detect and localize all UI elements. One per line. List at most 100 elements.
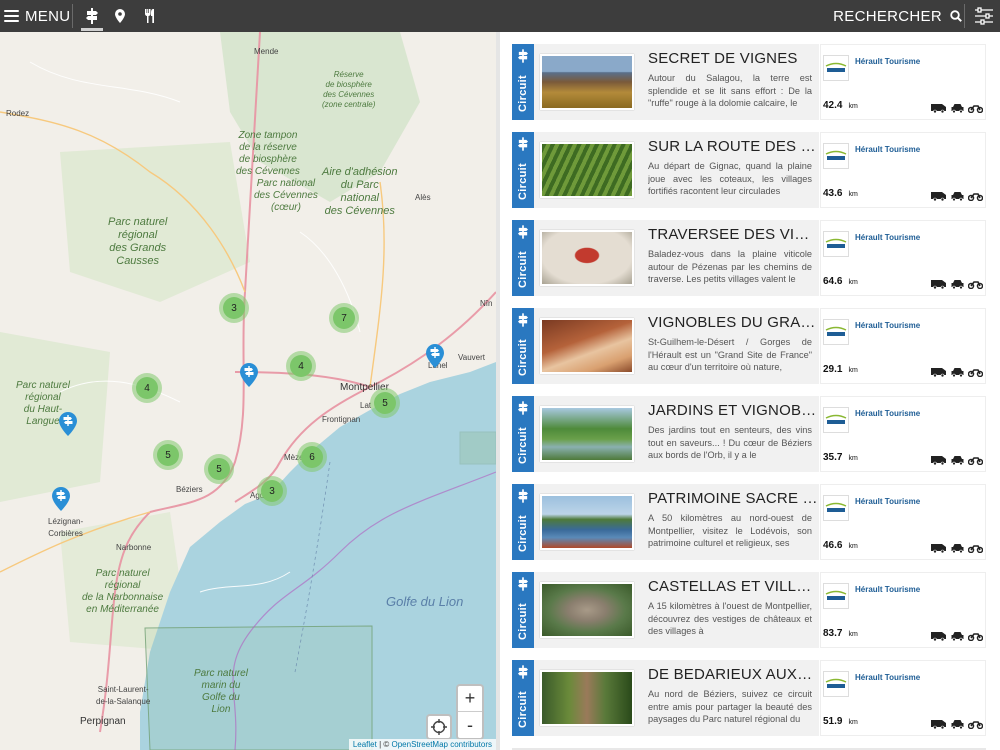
- travel-modes: [931, 455, 983, 465]
- map-cluster[interactable]: 3: [219, 293, 249, 323]
- car-icon: [951, 280, 964, 289]
- provider-name: Hérault Tourisme: [855, 409, 921, 418]
- map-cluster[interactable]: 5: [370, 388, 400, 418]
- card-title[interactable]: SUR LA ROUTE DES …: [648, 138, 818, 155]
- hamburger-icon: [4, 10, 19, 22]
- zoom-control: + -: [456, 684, 484, 740]
- car-icon: [951, 104, 964, 113]
- provider-name: Hérault Tourisme: [855, 57, 921, 66]
- map-marker-icon[interactable]: [59, 412, 77, 436]
- car-icon: [951, 632, 964, 641]
- zoom-out-button[interactable]: -: [458, 712, 482, 738]
- card-title[interactable]: PATRIMOINE SACRE …: [648, 490, 818, 507]
- category-tag: Circuit: [512, 484, 534, 560]
- nav-restaurants-tab[interactable]: [138, 0, 162, 32]
- distance: 35.7 km: [823, 452, 858, 463]
- card-title[interactable]: VIGNOBLES DU GRA…: [648, 314, 818, 331]
- provider-name: Hérault Tourisme: [855, 321, 921, 330]
- circuit-card[interactable]: Circuit SUR LA ROUTE DES … Au départ de …: [512, 132, 986, 208]
- map-label: Perpignan: [80, 716, 126, 727]
- map-label: Alès: [415, 193, 431, 202]
- zoom-in-button[interactable]: +: [458, 686, 482, 712]
- map-cluster[interactable]: 4: [132, 373, 162, 403]
- sliders-icon: [975, 7, 993, 25]
- car-icon: [951, 368, 964, 377]
- map-label: Réserve de biosphère des Cévennes (zone …: [322, 70, 376, 109]
- card-thumbnail: [540, 142, 634, 198]
- map-marker-icon[interactable]: [426, 344, 444, 368]
- provider-name: Hérault Tourisme: [855, 497, 921, 506]
- card-thumbnail: [540, 582, 634, 638]
- motorcycle-icon: [968, 721, 983, 729]
- category-tag: Circuit: [512, 308, 534, 384]
- card-body: DE BEDARIEUX AUX… Au nord de Béziers, su…: [534, 660, 819, 736]
- search-button[interactable]: RECHERCHER: [833, 0, 962, 32]
- map-label: Mende: [254, 47, 279, 56]
- card-title[interactable]: TRAVERSEE DES VI…: [648, 226, 818, 243]
- circuit-card[interactable]: Circuit TRAVERSEE DES VI… Baladez-vous d…: [512, 220, 986, 296]
- card-title[interactable]: SECRET DE VIGNES: [648, 50, 818, 67]
- circuit-card[interactable]: Circuit VIGNOBLES DU GRA… St-Guilhem-le-…: [512, 308, 986, 384]
- map-label: Vauvert: [458, 353, 485, 362]
- card-description: Autour du Salagou, la terre est splendid…: [648, 73, 812, 108]
- nav-places-tab[interactable]: [108, 0, 132, 32]
- map-label: Parc naturel régional de la Narbonnaise …: [82, 568, 164, 615]
- circuit-card[interactable]: Circuit SECRET DE VIGNES Autour du Salag…: [512, 44, 986, 120]
- herault-logo-icon: [823, 583, 849, 609]
- circuit-card[interactable]: Circuit JARDINS ET VIGNOB… Des jardins t…: [512, 396, 986, 472]
- map-cluster[interactable]: 3: [257, 476, 287, 506]
- osm-link[interactable]: OpenStreetMap contributors: [392, 740, 493, 749]
- map-view[interactable]: Mende Rodez Alès Réserve de biosphère de…: [0, 32, 496, 750]
- map-label: Parc naturel régional des Grands Causses: [108, 216, 168, 267]
- map-label: Rodez: [6, 109, 30, 118]
- circuit-card[interactable]: Circuit PATRIMOINE SACRE … A 50 kilomètr…: [512, 484, 986, 560]
- camper-van-icon: [931, 456, 946, 465]
- map-cluster[interactable]: 5: [153, 440, 183, 470]
- map-label: Parc naturel marin du Golfe du Lion: [194, 668, 248, 715]
- map-label: Nîn: [480, 299, 493, 308]
- circuit-card[interactable]: Circuit CASTELLAS ET VILL… A 15 kilomètr…: [512, 572, 986, 648]
- locate-button[interactable]: [426, 714, 452, 740]
- herault-logo-icon: [823, 55, 849, 81]
- route-icon: [518, 137, 528, 151]
- motorcycle-icon: [968, 545, 983, 553]
- card-thumbnail: [540, 230, 634, 286]
- map-cluster[interactable]: 4: [286, 351, 316, 381]
- filters-button[interactable]: [972, 4, 996, 28]
- circuit-card[interactable]: Circuit DE BEDARIEUX AUX… Au nord de Béz…: [512, 660, 986, 736]
- map-label: Aire d'adhésion du Parc national des Cév…: [322, 166, 398, 217]
- top-bar: MENU RECHERCHER: [0, 0, 1000, 32]
- leaflet-link[interactable]: Leaflet: [353, 740, 377, 749]
- herault-logo-icon: [823, 143, 849, 169]
- topbar-separator: [964, 4, 965, 28]
- menu-button[interactable]: MENU: [4, 0, 70, 32]
- map-cluster[interactable]: 7: [329, 303, 359, 333]
- motorcycle-icon: [968, 193, 983, 201]
- map-marker-icon[interactable]: [52, 487, 70, 511]
- map-cluster[interactable]: 6: [297, 442, 327, 472]
- map-label: Béziers: [176, 485, 203, 494]
- map-marker-icon[interactable]: [240, 363, 258, 387]
- card-description: Au départ de Gignac, quand la plaine jou…: [648, 161, 812, 196]
- card-description: A 15 kilomètres à l'ouest de Montpellier…: [648, 601, 812, 636]
- card-title[interactable]: JARDINS ET VIGNOB…: [648, 402, 818, 419]
- results-list: Circuit SECRET DE VIGNES Autour du Salag…: [512, 44, 988, 750]
- motorcycle-icon: [968, 369, 983, 377]
- route-icon: [518, 401, 528, 415]
- herault-logo-icon: [823, 495, 849, 521]
- herault-logo-icon: [823, 407, 849, 433]
- card-body: VIGNOBLES DU GRA… St-Guilhem-le-Désert /…: [534, 308, 819, 384]
- card-title[interactable]: DE BEDARIEUX AUX…: [648, 666, 818, 683]
- card-description: A 50 kilomètres au nord-ouest de Montpel…: [648, 513, 812, 548]
- map-cluster[interactable]: 5: [204, 454, 234, 484]
- camper-van-icon: [931, 368, 946, 377]
- nav-routes-tab[interactable]: [80, 0, 104, 32]
- travel-modes: [931, 367, 983, 377]
- card-body: CASTELLAS ET VILL… A 15 kilomètres à l'o…: [534, 572, 819, 648]
- card-thumbnail: [540, 406, 634, 462]
- travel-modes: [931, 719, 983, 729]
- card-title[interactable]: CASTELLAS ET VILL…: [648, 578, 818, 595]
- provider-name: Hérault Tourisme: [855, 673, 921, 682]
- herault-logo-icon: [823, 231, 849, 257]
- card-meta: Hérault Tourisme 64.6 km: [820, 220, 986, 296]
